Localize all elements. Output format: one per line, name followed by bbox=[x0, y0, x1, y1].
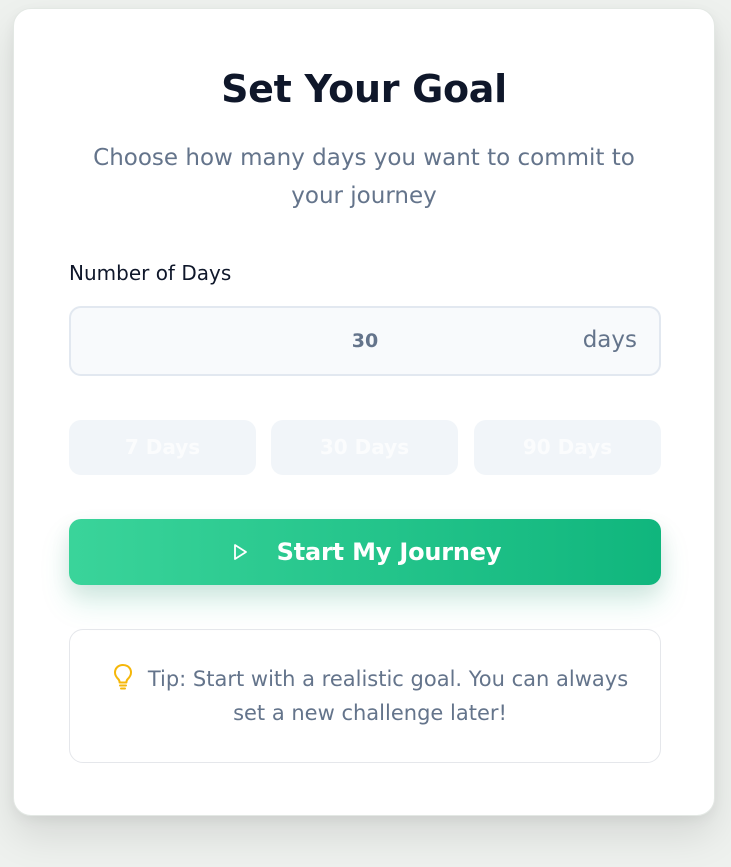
preset-90-days-button[interactable]: 90 Days bbox=[474, 420, 661, 475]
days-input-container: days bbox=[69, 306, 661, 376]
preset-7-days-button[interactable]: 7 Days bbox=[69, 420, 256, 475]
tip-content: Tip: Start with a realistic goal. You ca… bbox=[110, 662, 630, 730]
days-input[interactable] bbox=[71, 308, 659, 374]
play-icon bbox=[229, 541, 251, 563]
goal-card: Set Your Goal Choose how many days you w… bbox=[13, 8, 715, 816]
tip-box: Tip: Start with a realistic goal. You ca… bbox=[69, 629, 661, 763]
lightbulb-icon bbox=[112, 663, 134, 691]
tip-text: Tip: Start with a realistic goal. You ca… bbox=[147, 667, 629, 725]
days-field-label: Number of Days bbox=[69, 261, 232, 285]
start-journey-label: Start My Journey bbox=[276, 538, 502, 566]
page-subtitle: Choose how many days you want to commit … bbox=[93, 145, 635, 209]
start-journey-button[interactable]: Start My Journey bbox=[69, 519, 661, 585]
preset-30-days-button[interactable]: 30 Days bbox=[271, 420, 458, 475]
page-title: Set Your Goal bbox=[221, 67, 507, 111]
days-suffix: days bbox=[582, 327, 637, 353]
